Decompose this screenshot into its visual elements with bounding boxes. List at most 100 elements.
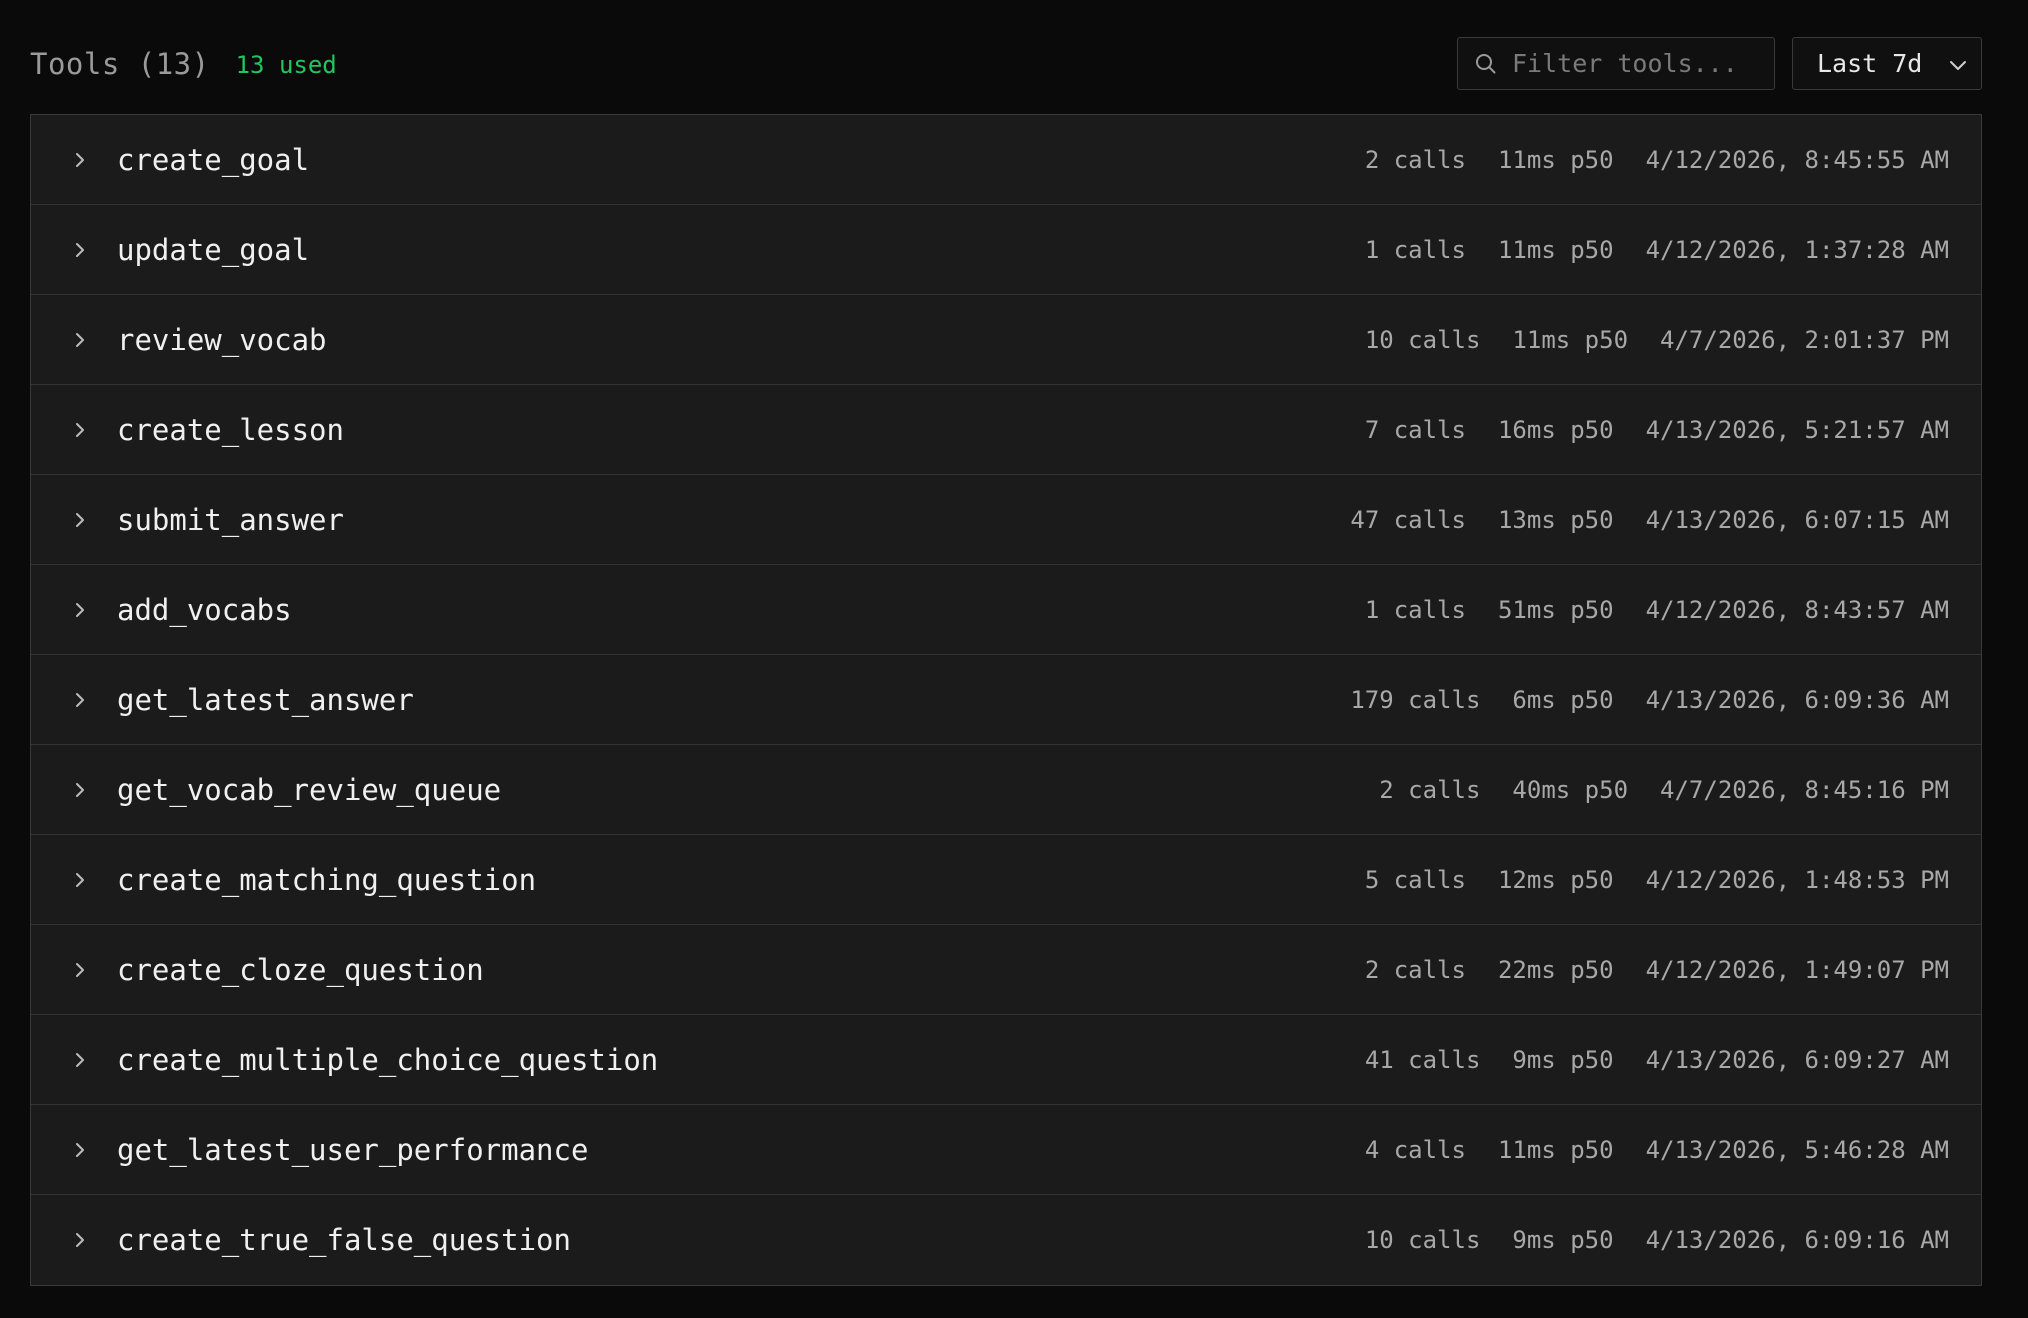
chevron-right-icon <box>76 603 84 617</box>
tool-call-count: 5 calls <box>1364 865 1466 894</box>
tool-name: create_multiple_choice_question <box>117 1042 659 1077</box>
tool-last-called: 4/7/2026, 2:01:37 PM <box>1660 325 1949 354</box>
tool-latency-p50: 40ms p50 <box>1512 775 1629 804</box>
tool-row-review-vocab[interactable]: review_vocab 10 calls 11ms p50 4/7/2026,… <box>31 295 1981 385</box>
tool-latency-p50: 51ms p50 <box>1497 595 1614 624</box>
tool-latency-p50: 13ms p50 <box>1497 505 1614 534</box>
time-range-value: Last 7d <box>1817 49 1923 78</box>
chevron-right-icon <box>76 783 84 797</box>
tool-last-called: 4/13/2026, 6:09:27 AM <box>1645 1045 1949 1074</box>
tool-stats: 2 calls 40ms p50 4/7/2026, 8:45:16 PM <box>1379 776 1949 804</box>
tool-name: create_cloze_question <box>117 952 484 987</box>
tool-stats: 2 calls 22ms p50 4/12/2026, 1:49:07 PM <box>1365 956 1949 984</box>
chevron-right-icon <box>76 513 84 527</box>
tool-latency-p50: 11ms p50 <box>1497 1135 1614 1164</box>
tool-stats: 41 calls 9ms p50 4/13/2026, 6:09:27 AM <box>1365 1046 1949 1074</box>
chevron-right-icon <box>76 243 84 257</box>
tool-call-count: 179 calls <box>1350 685 1481 714</box>
tool-last-called: 4/13/2026, 6:07:15 AM <box>1645 505 1949 534</box>
tool-latency-p50: 11ms p50 <box>1497 145 1614 174</box>
tool-latency-p50: 11ms p50 <box>1512 325 1629 354</box>
tool-call-count: 4 calls <box>1364 1135 1466 1164</box>
tool-name: submit_answer <box>117 502 344 537</box>
tool-name: get_latest_answer <box>117 682 414 717</box>
tool-row-submit-answer[interactable]: submit_answer 47 calls 13ms p50 4/13/202… <box>31 475 1981 565</box>
tool-last-called: 4/13/2026, 6:09:36 AM <box>1645 685 1949 714</box>
tool-row-create-matching-question[interactable]: create_matching_question 5 calls 12ms p5… <box>31 835 1981 925</box>
tool-last-called: 4/12/2026, 8:43:57 AM <box>1645 595 1949 624</box>
filter-tools-input[interactable] <box>1512 49 1752 78</box>
used-count-badge: 13 used <box>235 50 337 79</box>
tool-last-called: 4/13/2026, 5:46:28 AM <box>1645 1135 1949 1164</box>
tool-last-called: 4/7/2026, 8:45:16 PM <box>1660 775 1949 804</box>
tool-call-count: 10 calls <box>1364 325 1481 354</box>
tool-stats: 179 calls 6ms p50 4/13/2026, 6:09:36 AM <box>1350 686 1949 714</box>
tool-latency-p50: 11ms p50 <box>1497 235 1614 264</box>
tool-call-count: 1 calls <box>1364 235 1466 264</box>
tool-name: create_goal <box>117 142 310 177</box>
tools-header: Tools (13) 13 used Last 7d <box>30 36 1982 91</box>
chevron-right-icon <box>76 423 84 437</box>
chevron-right-icon <box>76 963 84 977</box>
tool-last-called: 4/12/2026, 1:48:53 PM <box>1645 865 1949 894</box>
chevron-right-icon <box>76 153 84 167</box>
tool-last-called: 4/12/2026, 1:49:07 PM <box>1645 955 1949 984</box>
tool-latency-p50: 12ms p50 <box>1497 865 1614 894</box>
time-range-select[interactable]: Last 7d <box>1792 37 1982 90</box>
tool-latency-p50: 22ms p50 <box>1497 955 1614 984</box>
tool-call-count: 1 calls <box>1364 595 1466 624</box>
chevron-right-icon <box>76 693 84 707</box>
tool-row-create-multiple-choice-question[interactable]: create_multiple_choice_question 41 calls… <box>31 1015 1981 1105</box>
tool-row-add-vocabs[interactable]: add_vocabs 1 calls 51ms p50 4/12/2026, 8… <box>31 565 1981 655</box>
tool-call-count: 2 calls <box>1364 145 1466 174</box>
tool-name: get_latest_user_performance <box>117 1132 589 1167</box>
page-title: Tools (13) <box>30 46 210 81</box>
tool-stats: 1 calls 51ms p50 4/12/2026, 8:43:57 AM <box>1365 596 1949 624</box>
tool-last-called: 4/13/2026, 5:21:57 AM <box>1645 415 1949 444</box>
chevron-right-icon <box>76 333 84 347</box>
tool-last-called: 4/12/2026, 1:37:28 AM <box>1645 235 1949 264</box>
tool-stats: 7 calls 16ms p50 4/13/2026, 5:21:57 AM <box>1365 416 1949 444</box>
filter-tools-field[interactable] <box>1457 37 1775 90</box>
tool-name: update_goal <box>117 232 310 267</box>
tool-stats: 5 calls 12ms p50 4/12/2026, 1:48:53 PM <box>1365 866 1949 894</box>
tool-row-create-goal[interactable]: create_goal 2 calls 11ms p50 4/12/2026, … <box>31 115 1981 205</box>
tool-row-create-true-false-question[interactable]: create_true_false_question 10 calls 9ms … <box>31 1195 1981 1285</box>
tool-name: get_vocab_review_queue <box>117 772 502 807</box>
tool-latency-p50: 6ms p50 <box>1512 685 1614 714</box>
tools-page: Tools (13) 13 used Last 7d create_goal 2… <box>0 0 2028 1318</box>
tool-name: create_matching_question <box>117 862 537 897</box>
tool-last-called: 4/12/2026, 8:45:55 AM <box>1645 145 1949 174</box>
tool-latency-p50: 9ms p50 <box>1512 1045 1614 1074</box>
tool-call-count: 7 calls <box>1364 415 1466 444</box>
tool-stats: 2 calls 11ms p50 4/12/2026, 8:45:55 AM <box>1365 146 1949 174</box>
tool-call-count: 47 calls <box>1350 505 1466 534</box>
tool-stats: 4 calls 11ms p50 4/13/2026, 5:46:28 AM <box>1365 1136 1949 1164</box>
tool-name: create_true_false_question <box>117 1223 571 1257</box>
tool-name: add_vocabs <box>117 592 292 627</box>
search-icon <box>1476 53 1496 73</box>
chevron-right-icon <box>76 873 84 887</box>
tools-list: create_goal 2 calls 11ms p50 4/12/2026, … <box>30 114 1982 1286</box>
tool-row-create-cloze-question[interactable]: create_cloze_question 2 calls 22ms p50 4… <box>31 925 1981 1015</box>
tool-name: create_lesson <box>117 412 344 447</box>
tool-call-count: 10 calls <box>1364 1226 1481 1254</box>
tool-row-update-goal[interactable]: update_goal 1 calls 11ms p50 4/12/2026, … <box>31 205 1981 295</box>
chevron-down-icon <box>1950 61 1966 70</box>
tool-row-get-latest-answer[interactable]: get_latest_answer 179 calls 6ms p50 4/13… <box>31 655 1981 745</box>
tool-row-create-lesson[interactable]: create_lesson 7 calls 16ms p50 4/13/2026… <box>31 385 1981 475</box>
tool-latency-p50: 9ms p50 <box>1512 1226 1614 1254</box>
tool-stats: 1 calls 11ms p50 4/12/2026, 1:37:28 AM <box>1365 236 1949 264</box>
chevron-right-icon <box>76 1143 84 1157</box>
tool-row-get-vocab-review-queue[interactable]: get_vocab_review_queue 2 calls 40ms p50 … <box>31 745 1981 835</box>
chevron-right-icon <box>76 1233 84 1247</box>
tool-row-get-latest-user-performance[interactable]: get_latest_user_performance 4 calls 11ms… <box>31 1105 1981 1195</box>
tool-stats: 10 calls 11ms p50 4/7/2026, 2:01:37 PM <box>1365 326 1949 354</box>
tool-latency-p50: 16ms p50 <box>1497 415 1614 444</box>
tool-stats: 47 calls 13ms p50 4/13/2026, 6:07:15 AM <box>1350 506 1949 534</box>
chevron-right-icon <box>76 1053 84 1067</box>
tool-call-count: 2 calls <box>1379 775 1481 804</box>
tool-call-count: 2 calls <box>1364 955 1466 984</box>
tool-stats: 10 calls 9ms p50 4/13/2026, 6:09:16 AM <box>1365 1226 1949 1254</box>
tool-call-count: 41 calls <box>1364 1045 1481 1074</box>
